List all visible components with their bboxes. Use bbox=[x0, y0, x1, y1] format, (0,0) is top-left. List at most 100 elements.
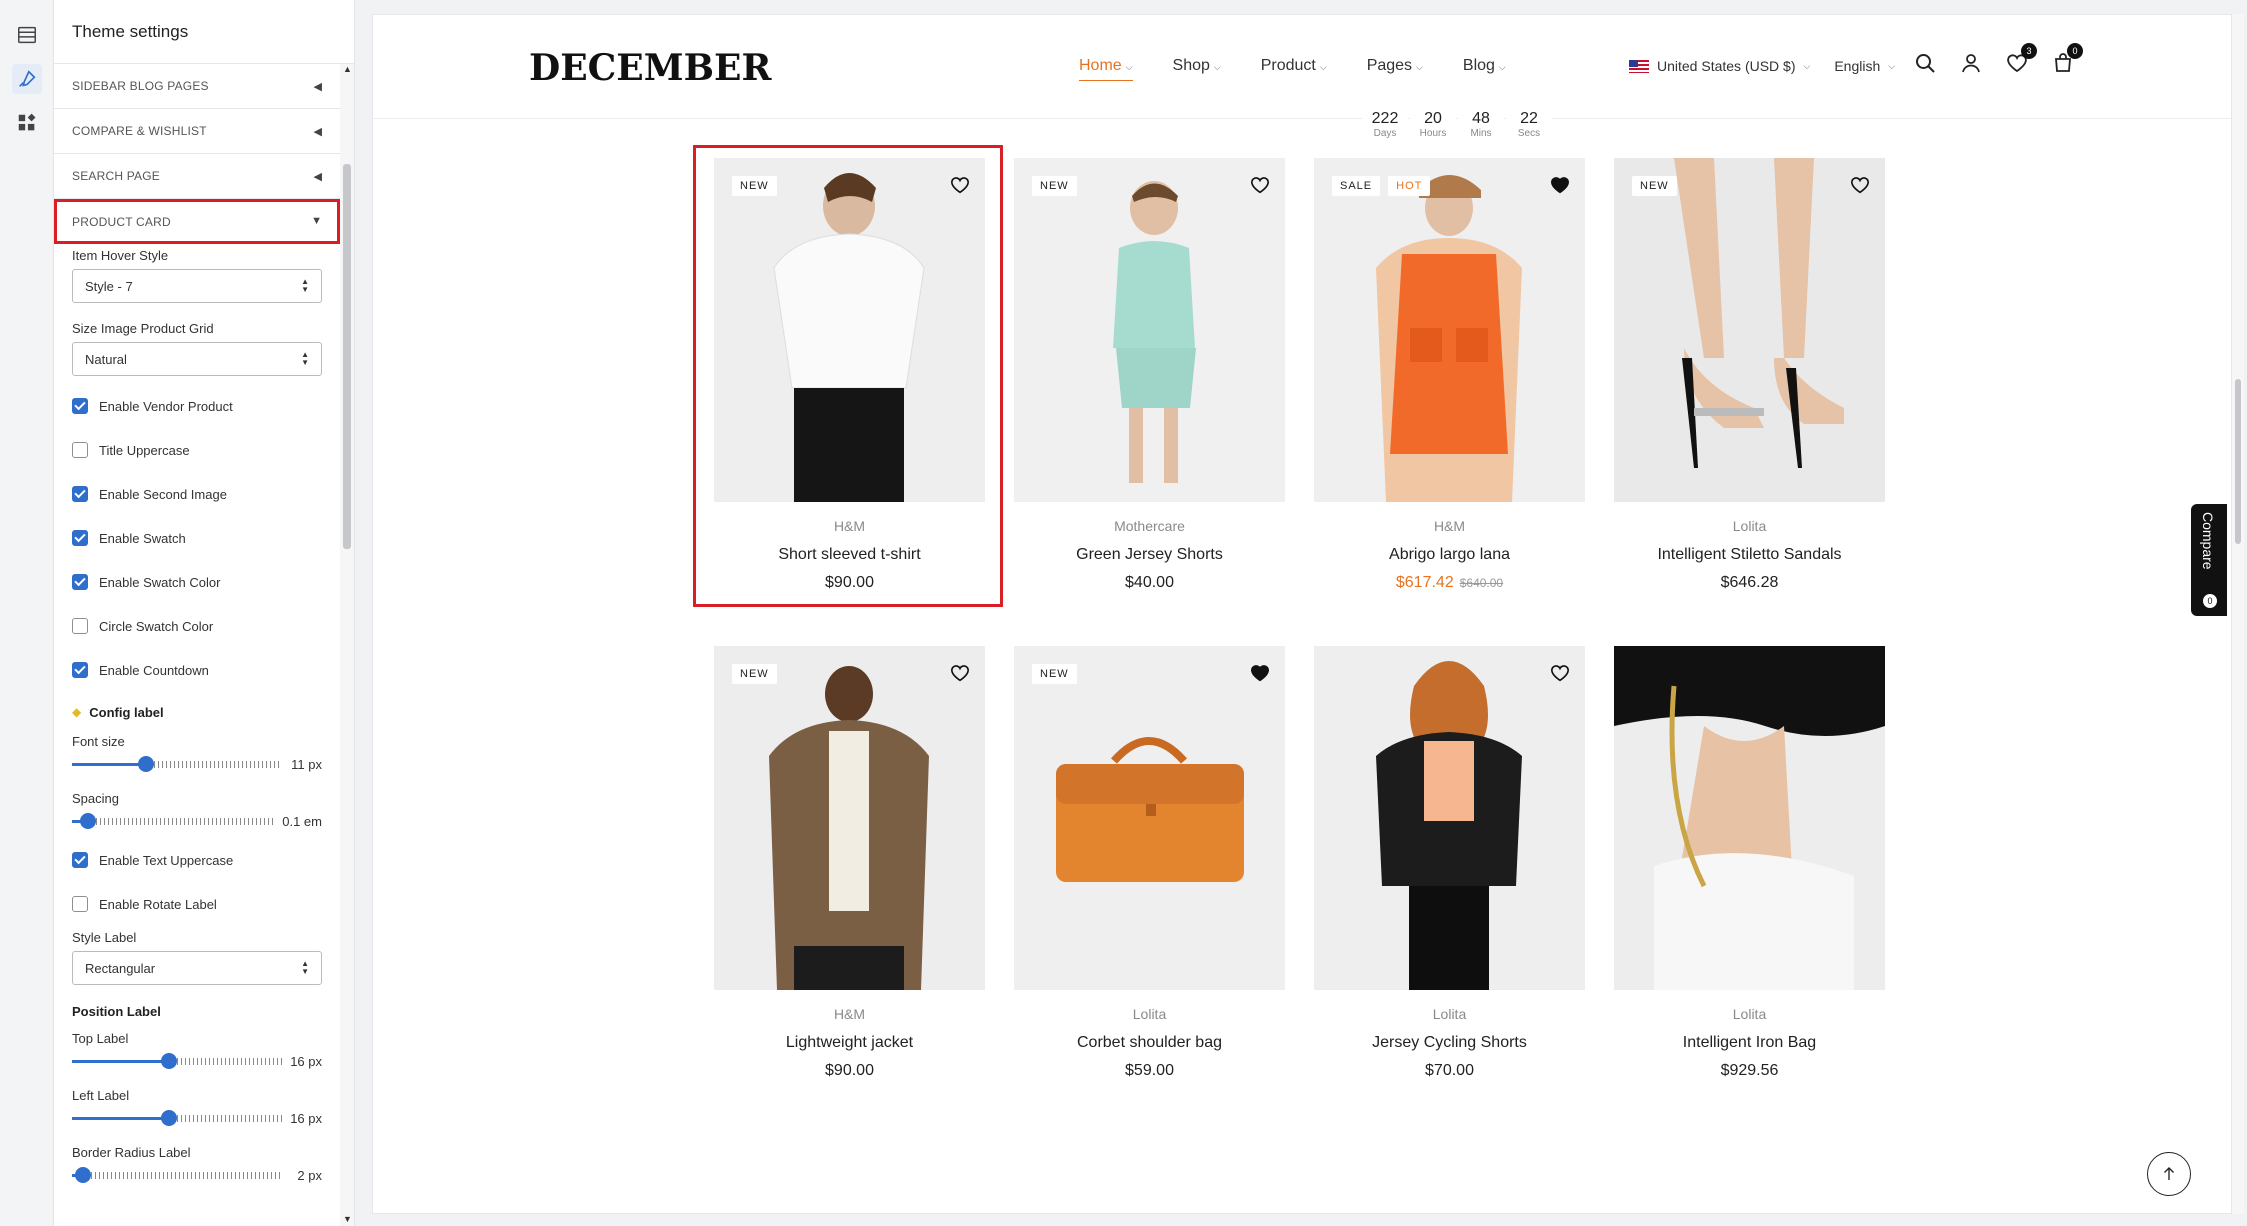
product-title[interactable]: Intelligent Iron Bag bbox=[1614, 1034, 1885, 1052]
product-title[interactable]: Abrigo largo lana bbox=[1314, 546, 1585, 564]
item-hover-style-label: Item Hover Style bbox=[72, 248, 169, 263]
border-radius-slider[interactable]: 2 px bbox=[72, 1164, 322, 1186]
nav-blog[interactable]: Blog ⌵ bbox=[1463, 57, 1506, 75]
cart-icon[interactable]: 0 bbox=[2051, 43, 2083, 75]
heart-icon[interactable] bbox=[1249, 174, 1271, 196]
font-size-slider[interactable]: 11 px bbox=[72, 753, 322, 775]
product-image[interactable] bbox=[1014, 646, 1285, 990]
nav-pages[interactable]: Pages ⌵ bbox=[1367, 57, 1423, 75]
wishlist-icon[interactable]: 3 bbox=[2005, 43, 2037, 75]
check-enable-vendor[interactable]: Enable Vendor Product bbox=[72, 384, 322, 428]
checkbox[interactable] bbox=[72, 574, 88, 590]
slider-knob[interactable] bbox=[75, 1167, 91, 1183]
back-to-top-button[interactable] bbox=[2147, 1152, 2191, 1196]
preview-scrollbar[interactable] bbox=[2232, 14, 2244, 1214]
nav-home[interactable]: Home ⌵ bbox=[1079, 57, 1133, 81]
product-title[interactable]: Jersey Cycling Shorts bbox=[1314, 1034, 1585, 1052]
product-vendor[interactable]: Mothercare bbox=[1014, 518, 1285, 534]
product-vendor[interactable]: H&M bbox=[714, 1006, 985, 1022]
check-circle-swatch[interactable]: Circle Swatch Color bbox=[72, 604, 322, 648]
product-vendor[interactable]: Lolita bbox=[1614, 518, 1885, 534]
product-vendor[interactable]: Lolita bbox=[1314, 1006, 1585, 1022]
slider-knob[interactable] bbox=[161, 1053, 177, 1069]
section-search-page[interactable]: SEARCH PAGE ◀ bbox=[54, 154, 340, 199]
slider-knob[interactable] bbox=[80, 813, 96, 829]
product-title[interactable]: Intelligent Stiletto Sandals bbox=[1614, 546, 1885, 564]
top-label-slider[interactable]: 16 px bbox=[72, 1050, 322, 1072]
size-image-select[interactable]: Natural ▲ ▼ bbox=[72, 342, 322, 376]
check-swatch-color[interactable]: Enable Swatch Color bbox=[72, 560, 322, 604]
currency-selector[interactable]: United States (USD $) bbox=[1657, 58, 1796, 74]
checkbox[interactable] bbox=[72, 896, 88, 912]
style-label-label: Style Label bbox=[72, 930, 137, 945]
product-vendor[interactable]: H&M bbox=[1314, 518, 1585, 534]
product-title[interactable]: Corbet shoulder bag bbox=[1014, 1034, 1285, 1052]
checkbox[interactable] bbox=[72, 398, 88, 414]
heart-icon[interactable] bbox=[1549, 662, 1571, 684]
nav-product[interactable]: Product ⌵ bbox=[1261, 57, 1327, 75]
checkbox[interactable] bbox=[72, 662, 88, 678]
heart-icon[interactable] bbox=[949, 662, 971, 684]
item-hover-style-select[interactable]: Style - 7 ▲ ▼ bbox=[72, 269, 322, 303]
checkbox[interactable] bbox=[72, 618, 88, 634]
slider-knob[interactable] bbox=[138, 756, 154, 772]
theme-settings-icon[interactable] bbox=[12, 64, 42, 94]
main-nav: Home ⌵ Shop ⌵ Product ⌵ Pages ⌵ Blog ⌵ bbox=[1079, 57, 1546, 81]
apps-icon[interactable] bbox=[12, 108, 42, 138]
section-sidebar-blog-pages[interactable]: SIDEBAR BLOG PAGES ◀ bbox=[54, 64, 340, 109]
compare-tab[interactable]: Compare 0 bbox=[2191, 504, 2227, 616]
spacing-slider[interactable]: 0.1 em bbox=[72, 810, 322, 832]
check-rotate-label[interactable]: Enable Rotate Label bbox=[72, 882, 322, 926]
panel-scrollbar[interactable]: ▲ ▼ bbox=[340, 64, 354, 1226]
check-text-uppercase[interactable]: Enable Text Uppercase bbox=[72, 838, 322, 882]
heart-icon[interactable] bbox=[1849, 662, 1871, 684]
product-vendor[interactable]: Lolita bbox=[1014, 1006, 1285, 1022]
chevron-down-icon: ⌵ bbox=[1125, 62, 1133, 72]
check-enable-countdown[interactable]: Enable Countdown bbox=[72, 648, 322, 692]
panel-header: Theme settings bbox=[54, 0, 354, 64]
product-vendor[interactable]: Lolita bbox=[1614, 1006, 1885, 1022]
product-meta: H&M Abrigo largo lana $617.42 $640.00 bbox=[1314, 518, 1585, 592]
search-icon[interactable] bbox=[1913, 51, 1937, 75]
heart-icon[interactable] bbox=[1849, 174, 1871, 196]
left-label-label: Left Label bbox=[72, 1088, 130, 1103]
product-image[interactable] bbox=[1614, 158, 1885, 502]
heart-filled-icon[interactable] bbox=[1249, 662, 1271, 684]
product-image[interactable] bbox=[1014, 158, 1285, 502]
product-image[interactable] bbox=[1314, 646, 1585, 990]
checkbox[interactable] bbox=[72, 530, 88, 546]
preview-scroll-thumb[interactable] bbox=[2235, 379, 2241, 544]
product-price: $40.00 bbox=[1125, 574, 1174, 591]
check-enable-swatch[interactable]: Enable Swatch bbox=[72, 516, 322, 560]
slider-knob[interactable] bbox=[161, 1110, 177, 1126]
product-price: $59.00 bbox=[1125, 1062, 1174, 1079]
checkbox-group: Enable Vendor Product Title Uppercase En… bbox=[54, 384, 340, 692]
panel-scroll-thumb[interactable] bbox=[343, 164, 351, 549]
language-selector[interactable]: English bbox=[1834, 58, 1880, 74]
checkbox[interactable] bbox=[72, 852, 88, 868]
style-label-select[interactable]: Rectangular ▲ ▼ bbox=[72, 951, 322, 985]
section-product-card[interactable]: PRODUCT CARD ▼ bbox=[54, 199, 340, 244]
check-title-uppercase[interactable]: Title Uppercase bbox=[72, 428, 322, 472]
checkbox[interactable] bbox=[72, 442, 88, 458]
check-second-image[interactable]: Enable Second Image bbox=[72, 472, 322, 516]
product-title[interactable]: Green Jersey Shorts bbox=[1014, 546, 1285, 564]
left-label-slider[interactable]: 16 px bbox=[72, 1107, 322, 1129]
account-icon[interactable] bbox=[1959, 51, 1983, 75]
store-header: DECEMBER Home ⌵ Shop ⌵ Product ⌵ Pages ⌵ Blo… bbox=[373, 15, 2231, 119]
nav-shop[interactable]: Shop ⌵ bbox=[1173, 57, 1221, 75]
store-logo[interactable]: DECEMBER bbox=[529, 47, 771, 89]
sections-icon[interactable] bbox=[12, 20, 42, 50]
chevron-down-icon: ⌵ bbox=[1498, 62, 1506, 72]
panel-title: Theme settings bbox=[72, 21, 189, 41]
product-image[interactable] bbox=[1314, 158, 1585, 502]
section-compare-wishlist[interactable]: COMPARE & WISHLIST ◀ bbox=[54, 109, 340, 154]
product-title[interactable]: Lightweight jacket bbox=[714, 1034, 985, 1052]
product-image[interactable] bbox=[714, 646, 985, 990]
product-label-badge: HOT bbox=[1388, 176, 1431, 196]
checkbox[interactable] bbox=[72, 486, 88, 502]
heart-filled-icon[interactable] bbox=[1549, 174, 1571, 196]
product-price: $617.42 $640.00 bbox=[1314, 574, 1585, 592]
product-label-badge: NEW bbox=[732, 664, 777, 684]
product-image[interactable] bbox=[1614, 646, 1885, 990]
